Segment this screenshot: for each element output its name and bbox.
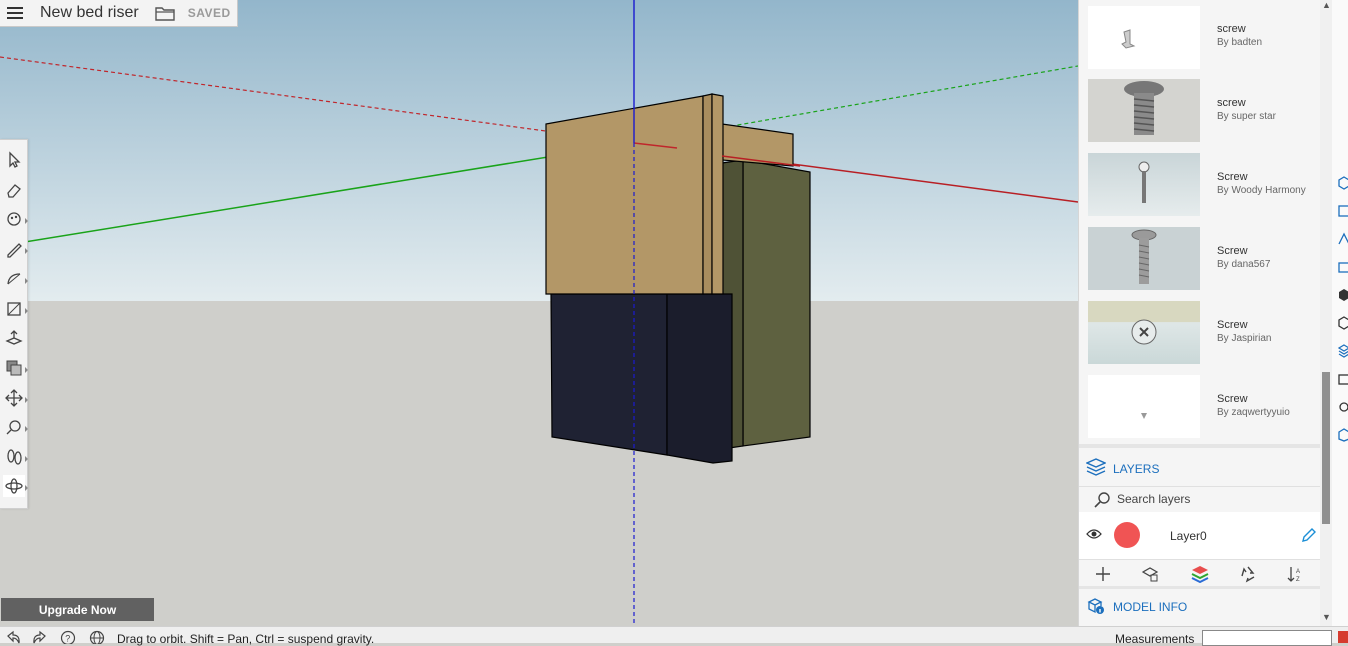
layer-row[interactable]: Layer0 <box>1079 512 1321 560</box>
folder-icon[interactable] <box>155 5 175 21</box>
olive-block-front <box>742 159 811 447</box>
component-author: By zaqwertyyuio <box>1217 407 1290 418</box>
layers-header[interactable]: LAYERS <box>1079 448 1321 484</box>
add-layer-icon[interactable] <box>1094 565 1112 583</box>
wood-block-front <box>545 95 704 295</box>
layer-actions-bar: AZ <box>1079 560 1321 589</box>
display-icon[interactable] <box>1338 400 1348 414</box>
svg-text:Z: Z <box>1296 577 1300 583</box>
styles-icon[interactable] <box>1338 260 1348 274</box>
entity-info-icon[interactable] <box>1338 176 1348 190</box>
scroll-up-icon[interactable]: ▲ <box>1322 0 1331 10</box>
component-author: By Woody Harmony <box>1217 185 1306 196</box>
offset-tool-icon[interactable] <box>3 357 28 379</box>
paint-bucket-tool-icon[interactable] <box>3 208 28 230</box>
arc-tool-icon[interactable] <box>3 268 28 290</box>
component-item[interactable]: Screw By Woody Harmony <box>1079 148 1321 223</box>
push-pull-tool-icon[interactable] <box>3 327 25 349</box>
component-item[interactable]: Screw By zaqwertyyuio <box>1079 370 1321 444</box>
component-name: Screw <box>1217 393 1248 405</box>
layers-search <box>1079 486 1321 514</box>
measurements-input[interactable] <box>1202 630 1332 646</box>
rectangle-tool-icon[interactable] <box>3 298 28 320</box>
component-item[interactable]: screw By super star <box>1079 74 1321 149</box>
materials-icon[interactable] <box>1338 232 1348 246</box>
component-name: Screw <box>1217 319 1248 331</box>
component-item[interactable]: Screw By Jaspirian <box>1079 296 1321 371</box>
edit-pencil-icon[interactable] <box>1301 527 1317 543</box>
scrollbar-thumb[interactable] <box>1322 372 1330 524</box>
move-to-layer-icon[interactable] <box>1141 565 1159 583</box>
component-thumbnail <box>1088 375 1200 438</box>
component-thumbnail <box>1088 6 1200 69</box>
title-bar: New bed riser SAVED <box>0 0 238 27</box>
model-info-header[interactable]: MODEL INFO <box>1079 586 1321 625</box>
measurements-label: Measurements <box>1115 632 1195 646</box>
upgrade-now-button[interactable]: Upgrade Now <box>1 598 154 621</box>
component-name: Screw <box>1217 245 1248 257</box>
purge-layers-icon[interactable] <box>1239 565 1257 583</box>
outliner-icon[interactable] <box>1338 316 1348 330</box>
panel-scrollbar[interactable]: ▲ ▼ <box>1320 0 1332 626</box>
component-author: By badten <box>1217 37 1263 48</box>
layer-name: Layer0 <box>1170 529 1207 543</box>
wood-block-side2 <box>711 93 724 295</box>
wood-block-side <box>702 93 713 295</box>
error-indicator-icon[interactable] <box>1338 631 1348 643</box>
save-status: SAVED <box>187 6 231 20</box>
component-search-results: screw By badten screw By super star Scre… <box>1079 0 1321 444</box>
component-author: By super star <box>1217 111 1276 122</box>
eye-visibility-icon[interactable] <box>1086 528 1102 540</box>
orbit-tool-icon[interactable] <box>3 475 28 497</box>
ground <box>0 301 1078 626</box>
component-author: By Jaspirian <box>1217 333 1272 344</box>
model-info-tray-icon[interactable] <box>1338 428 1348 442</box>
component-item[interactable]: Screw By dana567 <box>1079 222 1321 297</box>
component-thumbnail <box>1088 79 1200 142</box>
instructor-icon[interactable] <box>1338 372 1348 386</box>
component-author: By dana567 <box>1217 259 1271 270</box>
layers-title: LAYERS <box>1113 462 1160 476</box>
dark-block-front <box>550 293 668 456</box>
3d-viewport[interactable] <box>0 0 1078 626</box>
status-bar: ? Drag to orbit. Shift = Pan, Ctrl = sus… <box>0 626 1348 646</box>
component-thumbnail <box>1088 301 1200 364</box>
model-info-icon <box>1087 598 1104 614</box>
svg-text:A: A <box>1296 569 1300 575</box>
svg-text:?: ? <box>65 634 70 644</box>
hamburger-menu-icon[interactable] <box>7 7 23 19</box>
model-title[interactable]: New bed riser <box>40 4 139 22</box>
tape-measure-tool-icon[interactable] <box>3 416 28 438</box>
layers-icon <box>1086 458 1106 476</box>
component-name: Screw <box>1217 171 1248 183</box>
tool-palette <box>0 139 28 509</box>
component-thumbnail <box>1088 153 1200 216</box>
sort-layers-icon[interactable]: AZ <box>1286 565 1304 583</box>
component-name: screw <box>1217 23 1246 35</box>
layers-panel: LAYERS Layer0 AZ <box>1079 444 1321 590</box>
layers-tray-icon[interactable] <box>1338 344 1348 358</box>
sky <box>0 0 1078 301</box>
components-icon[interactable] <box>1338 204 1348 218</box>
component-thumbnail <box>1088 227 1200 290</box>
status-hint: Drag to orbit. Shift = Pan, Ctrl = suspe… <box>117 632 375 646</box>
scroll-down-icon[interactable]: ▼ <box>1322 612 1331 622</box>
pencil-line-tool-icon[interactable] <box>3 238 28 260</box>
panel-tray <box>1332 0 1348 626</box>
right-panel: screw By badten screw By super star Scre… <box>1078 0 1321 626</box>
color-layers-icon[interactable] <box>1191 565 1209 583</box>
move-tool-icon[interactable] <box>3 387 28 409</box>
eraser-tool-icon[interactable] <box>3 179 25 201</box>
scenes-icon[interactable] <box>1338 288 1348 302</box>
select-tool-icon[interactable] <box>3 149 25 171</box>
component-item[interactable]: screw By badten <box>1079 0 1321 75</box>
search-layers-input[interactable] <box>1117 492 1297 506</box>
model-info-title: MODEL INFO <box>1113 600 1188 614</box>
layer-color-swatch[interactable] <box>1114 522 1140 548</box>
search-icon <box>1094 492 1110 508</box>
dark-block-side <box>666 293 733 464</box>
component-name: screw <box>1217 97 1246 109</box>
walk-tool-icon[interactable] <box>3 446 28 468</box>
